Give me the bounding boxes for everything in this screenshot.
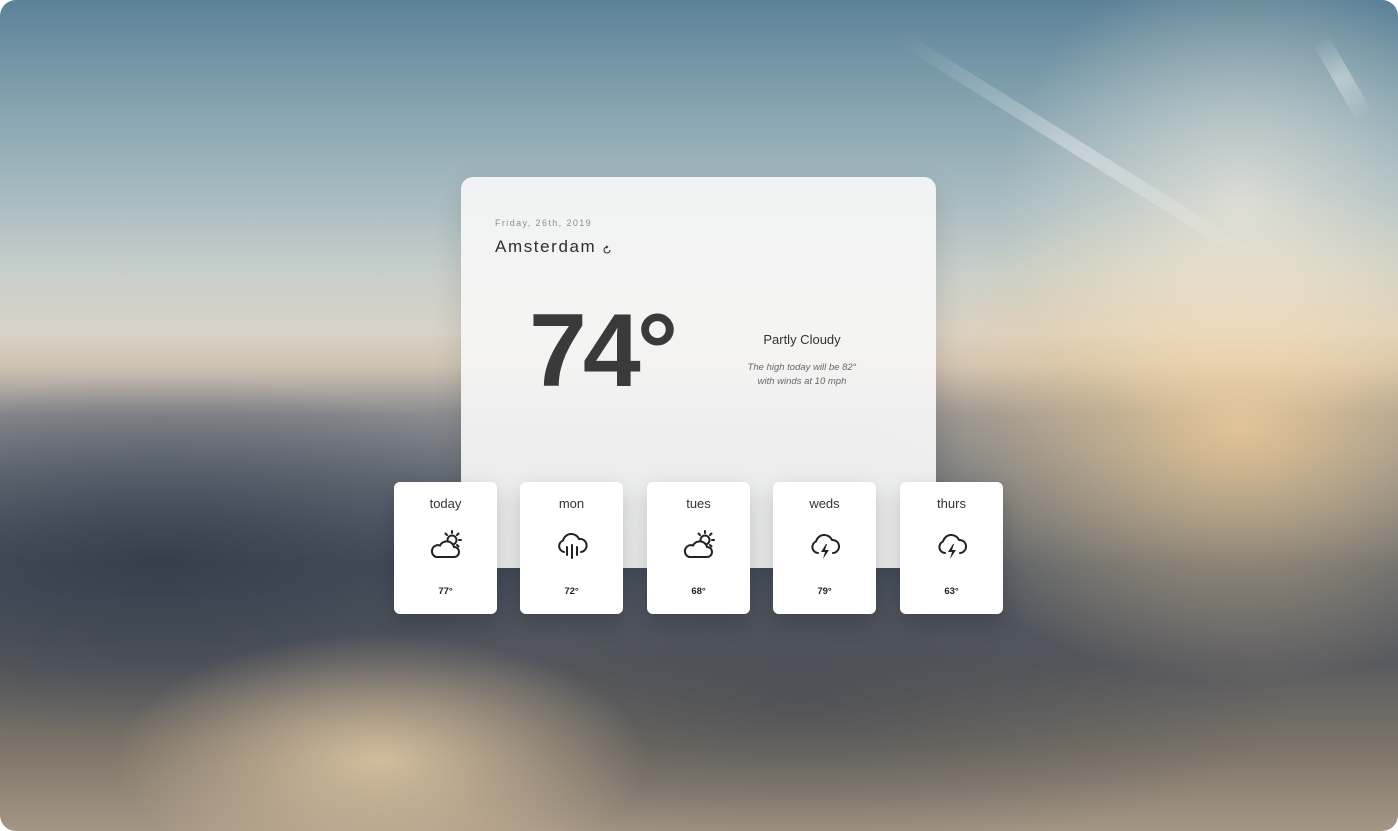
forecast-card-weds[interactable]: weds 79° xyxy=(773,482,876,614)
forecast-temp: 63° xyxy=(944,586,959,597)
forecast-card-mon[interactable]: mon 72° xyxy=(520,482,623,614)
description-line: with winds at 10 mph xyxy=(757,376,847,387)
forecast-temp: 77° xyxy=(438,586,453,597)
forecast-temp: 72° xyxy=(564,586,579,597)
forecast-temp: 68° xyxy=(691,586,706,597)
refresh-icon[interactable] xyxy=(602,242,612,254)
current-date: Friday, 26th, 2019 xyxy=(495,218,593,228)
forecast-day: thurs xyxy=(937,496,966,511)
partly-cloudy-icon xyxy=(427,528,465,566)
background-sky: Friday, 26th, 2019 Amsterdam 74° Partly … xyxy=(0,0,1398,831)
forecast-day: tues xyxy=(686,496,711,511)
current-temperature: 74° xyxy=(529,293,678,409)
forecast-day: today xyxy=(429,496,462,511)
thunderstorm-icon xyxy=(806,528,844,566)
forecast-day: weds xyxy=(809,496,840,511)
forecast-card-tues[interactable]: tues 68° xyxy=(647,482,750,614)
partly-cloudy-icon xyxy=(680,528,718,566)
weather-description: The high today will be 82° with winds at… xyxy=(723,361,881,389)
forecast-card-today[interactable]: today 77° xyxy=(394,482,497,614)
forecast-day: mon xyxy=(558,496,585,511)
forecast-card-thurs[interactable]: thurs 63° xyxy=(900,482,1003,614)
rain-icon xyxy=(553,528,591,566)
location-row: Amsterdam xyxy=(495,237,612,257)
condition-label: Partly Cloudy xyxy=(763,332,841,347)
city-name: Amsterdam xyxy=(495,237,597,256)
description-line: The high today will be 82° xyxy=(747,362,857,373)
forecast-temp: 79° xyxy=(817,586,832,597)
thunderstorm-icon xyxy=(933,528,971,566)
